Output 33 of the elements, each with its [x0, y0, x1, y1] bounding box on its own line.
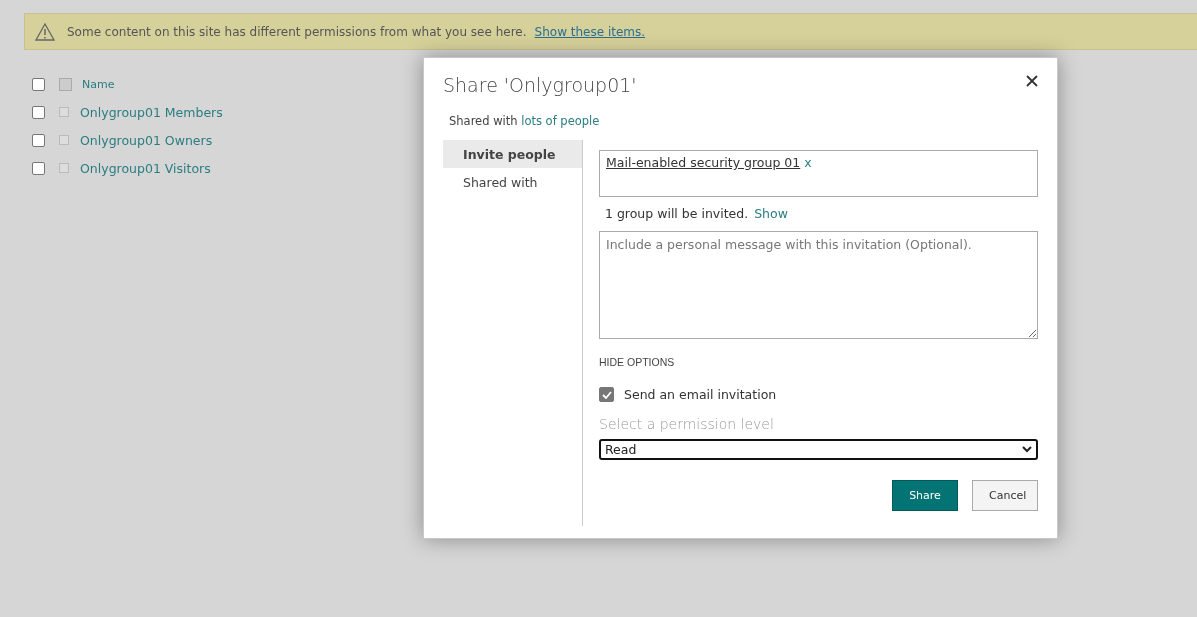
share-button[interactable]: Share	[892, 480, 958, 511]
dialog-title: Share 'Onlygroup01'	[443, 74, 637, 96]
side-tab[interactable]: Shared with	[443, 168, 582, 196]
side-tab[interactable]: Invite people	[443, 140, 582, 168]
hide-options-link[interactable]: HIDE OPTIONS	[599, 356, 675, 368]
show-link[interactable]: Show	[754, 206, 788, 221]
permission-dropdown[interactable]: Read	[599, 439, 1038, 460]
row-checkbox[interactable]	[32, 105, 45, 119]
type-icon	[59, 77, 72, 91]
group-link[interactable]: Onlygroup01 Owners	[80, 132, 213, 148]
cancel-button[interactable]: Cancel	[972, 480, 1038, 511]
email-checkbox-label: Send an email invitation	[624, 387, 777, 402]
group-icon	[59, 163, 69, 173]
group-icon	[59, 135, 69, 145]
warning-icon	[35, 22, 55, 41]
chevron-icon	[1022, 446, 1032, 453]
row-checkbox[interactable]	[32, 161, 45, 175]
email-checkbox[interactable]	[599, 387, 614, 402]
select-all-checkbox[interactable]	[32, 77, 45, 91]
people-field[interactable]: Mail-enabled security group 01 x	[599, 150, 1038, 197]
invite-summary: 1 group will be invited.	[605, 206, 749, 221]
group-link[interactable]: Onlygroup01 Members	[80, 104, 223, 120]
show-items-link[interactable]: Show these items.	[534, 24, 646, 39]
group-icon	[59, 107, 69, 117]
name-column-header[interactable]: Name	[82, 77, 115, 91]
group-link[interactable]: Onlygroup01 Visitors	[80, 160, 211, 176]
message-field[interactable]: Include a personal message with this invitation (Optional).	[599, 231, 1038, 339]
close-icon[interactable]	[1025, 74, 1039, 88]
permission-label: Select a permission level	[599, 416, 775, 432]
row-checkbox[interactable]	[32, 133, 45, 147]
shared-people-link[interactable]: lots of people	[521, 114, 600, 128]
shared-with-label: Shared with	[449, 114, 518, 128]
banner-message: Some content on this site has different permissions from what you see here.	[67, 24, 527, 39]
